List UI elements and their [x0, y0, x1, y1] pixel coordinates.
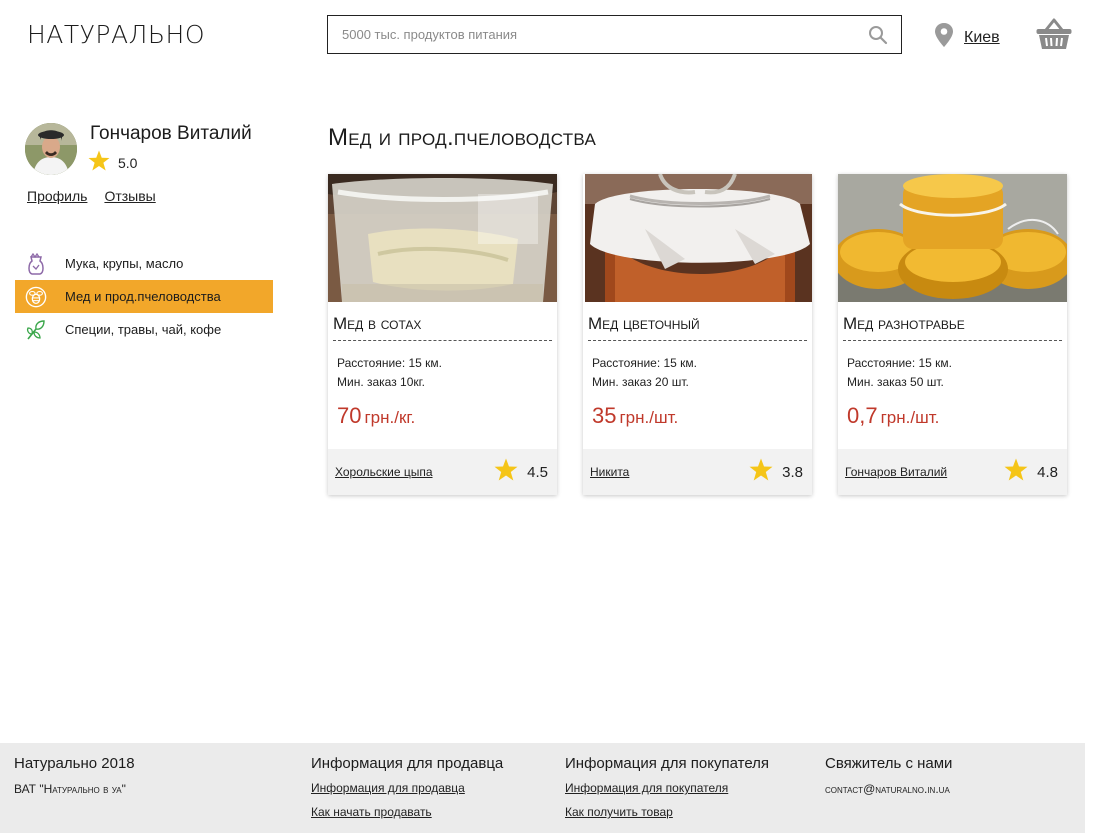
profile-link[interactable]: Профиль: [27, 188, 87, 204]
footer-seller-column: Информация для продавца Информация для п…: [311, 755, 503, 819]
rating-value: 4.8: [1037, 463, 1058, 481]
price-unit: грн./шт.: [619, 408, 679, 427]
star-icon: [1004, 458, 1028, 486]
herbs-icon: [25, 319, 47, 341]
site-logo[interactable]: НАТУРАЛЬНО: [27, 20, 205, 49]
profile-name: Гончаров Виталий: [90, 123, 252, 144]
seller-link[interactable]: Хорольские цыпа: [335, 465, 433, 479]
product-footer: Никита 3.8: [583, 449, 812, 495]
product-rating: 4.8: [1004, 458, 1058, 486]
category-list: Мука, крупы, масло Мед и прод.пчеловодст…: [15, 247, 273, 346]
price-value: 70: [337, 403, 362, 428]
profile-rating: 5.0: [88, 150, 137, 176]
product-image[interactable]: [838, 174, 1067, 302]
footer-brand-column: Натурально 2018 ВАТ "Натурально в уа": [14, 755, 135, 796]
product-footer: Гончаров Виталий 4.8: [838, 449, 1067, 495]
city-selector[interactable]: Киев: [934, 22, 1000, 53]
footer-contact-heading: Свяжитель с нами: [825, 755, 953, 772]
category-label: Специи, травы, чай, кофе: [65, 322, 222, 337]
profile-rating-value: 5.0: [118, 155, 138, 171]
seller-link[interactable]: Гончаров Виталий: [845, 465, 947, 479]
search-input[interactable]: [342, 27, 867, 42]
price-unit: грн./кг.: [364, 408, 416, 427]
price-unit: грн./шт.: [880, 408, 940, 427]
footer-buyer-column: Информация для покупателя Информация для…: [565, 755, 769, 819]
product-min-order: Мин. заказ 10кг.: [337, 375, 425, 389]
category-item-flour[interactable]: Мука, крупы, масло: [15, 247, 273, 280]
footer-seller-info-link[interactable]: Информация для продавца: [311, 781, 503, 795]
site-footer: Натурально 2018 ВАТ "Натурально в уа" Ин…: [0, 743, 1085, 833]
footer-company: ВАТ "Натурально в уа": [14, 782, 126, 796]
footer-brand: Натурально 2018: [14, 755, 135, 772]
star-icon: [88, 150, 110, 176]
avatar[interactable]: [25, 123, 77, 175]
product-price: 70 грн./кг.: [337, 403, 548, 429]
search-icon[interactable]: [867, 24, 889, 46]
product-title[interactable]: Мед цветочный: [588, 314, 807, 341]
product-meta: Расстояние: 15 км. Мин. заказ 50 шт.: [847, 354, 1058, 392]
product-card[interactable]: Мед в сотах Расстояние: 15 км. Мин. зака…: [328, 174, 557, 495]
star-icon: [749, 458, 773, 486]
city-label[interactable]: Киев: [964, 29, 1000, 47]
footer-contact-column: Свяжитель с нами contact@naturalno.in.ua: [825, 755, 952, 796]
rating-value: 3.8: [782, 463, 803, 481]
footer-buyer-info-link[interactable]: Информация для покупателя: [565, 781, 769, 795]
product-meta: Расстояние: 15 км. Мин. заказ 20 шт.: [592, 354, 803, 392]
product-image[interactable]: [585, 174, 812, 302]
category-label: Мед и прод.пчеловодства: [65, 289, 221, 304]
product-price: 35 грн./шт.: [592, 403, 803, 429]
star-icon: [494, 458, 518, 486]
price-value: 0,7: [847, 403, 878, 428]
page-title: Мед и прод.пчеловодства: [328, 124, 597, 151]
product-distance: Расстояние: 15 км.: [592, 356, 697, 370]
profile-links: Профиль Отзывы: [27, 188, 156, 204]
product-meta: Расстояние: 15 км. Мин. заказ 10кг.: [337, 354, 548, 392]
product-card[interactable]: Мед цветочный Расстояние: 15 км. Мин. за…: [583, 174, 812, 495]
footer-get-goods-link[interactable]: Как получить товар: [565, 805, 769, 819]
footer-buyer-heading: Информация для покупателя: [565, 755, 770, 772]
product-distance: Расстояние: 15 км.: [337, 356, 442, 370]
product-footer: Хорольские цыпа 4.5: [328, 449, 557, 495]
seller-link[interactable]: Никита: [590, 465, 629, 479]
price-value: 35: [592, 403, 617, 428]
cart-button[interactable]: [1035, 17, 1073, 51]
bee-icon: [25, 286, 47, 308]
product-image[interactable]: [328, 174, 557, 302]
category-item-honey[interactable]: Мед и прод.пчеловодства: [15, 280, 273, 313]
category-label: Мука, крупы, масло: [65, 256, 184, 271]
product-min-order: Мин. заказ 50 шт.: [847, 375, 944, 389]
product-rating: 3.8: [749, 458, 803, 486]
product-card[interactable]: Мед разнотравье Расстояние: 15 км. Мин. …: [838, 174, 1067, 495]
product-title[interactable]: Мед разнотравье: [843, 314, 1062, 341]
product-title[interactable]: Мед в сотах: [333, 314, 552, 341]
product-price: 0,7 грн./шт.: [847, 403, 1058, 429]
product-distance: Расстояние: 15 км.: [847, 356, 952, 370]
product-min-order: Мин. заказ 20 шт.: [592, 375, 689, 389]
location-pin-icon: [934, 22, 954, 53]
reviews-link[interactable]: Отзывы: [104, 188, 155, 204]
product-rating: 4.5: [494, 458, 548, 486]
basket-icon[interactable]: [1035, 18, 1073, 55]
category-item-spices[interactable]: Специи, травы, чай, кофе: [15, 313, 273, 346]
flour-bag-icon: [25, 252, 47, 275]
search-bar[interactable]: [327, 15, 902, 54]
footer-contact-email[interactable]: contact@naturalno.in.ua: [825, 782, 952, 796]
rating-value: 4.5: [527, 463, 548, 481]
footer-start-selling-link[interactable]: Как начать продавать: [311, 805, 503, 819]
footer-seller-heading: Информация для продавца: [311, 755, 504, 772]
